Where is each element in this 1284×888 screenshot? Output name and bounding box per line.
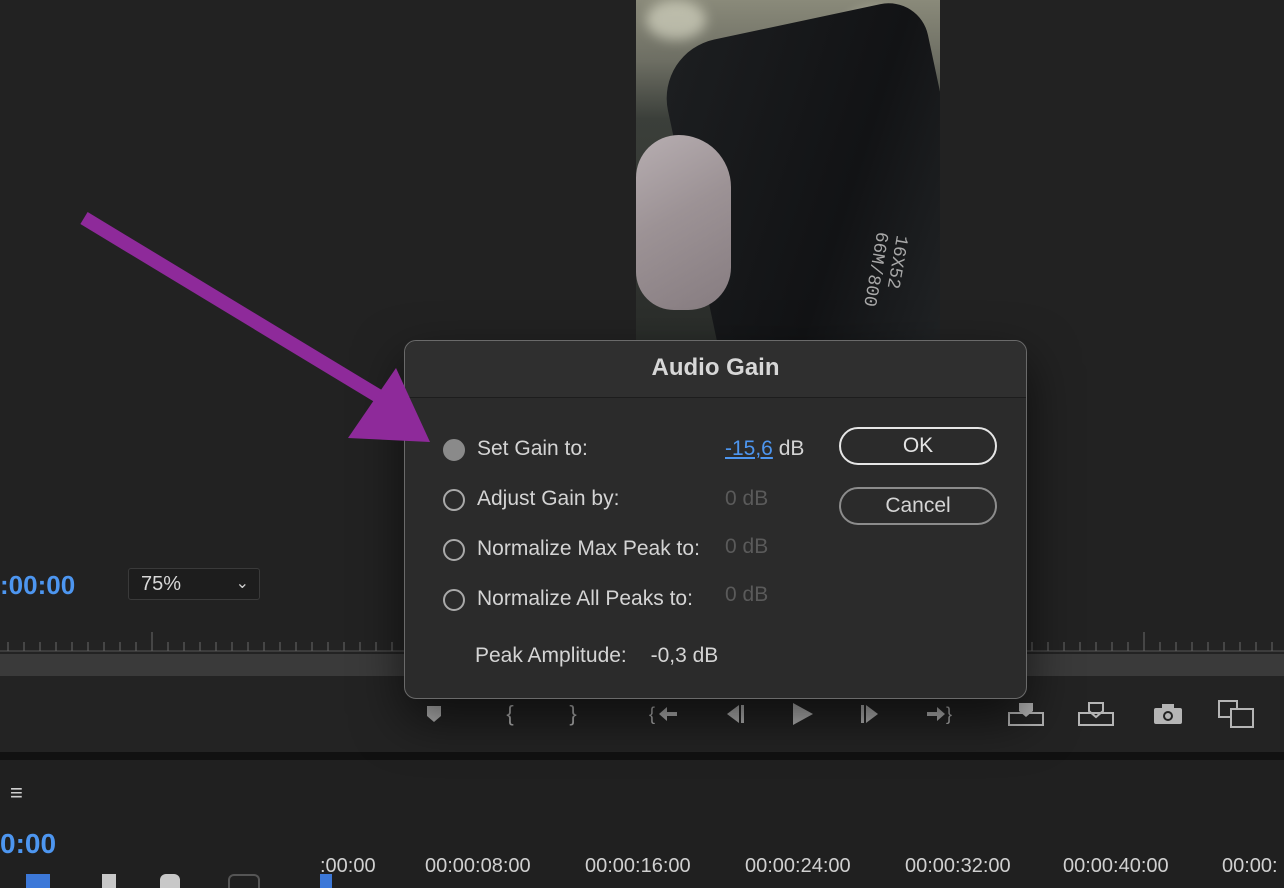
radio-set-gain[interactable] — [443, 439, 465, 461]
ruler-label: 00:00: — [1222, 855, 1278, 877]
radio-normalize-max-peak[interactable] — [443, 539, 465, 561]
ruler-label: 00:00:08:00 — [425, 855, 531, 877]
ok-button[interactable]: OK — [839, 427, 997, 465]
svg-text:{: { — [649, 704, 655, 724]
option-set-gain[interactable]: Set Gain to: -15,6 dB — [443, 437, 843, 467]
zoom-value: 75% — [141, 573, 182, 595]
panel-divider[interactable] — [0, 752, 1284, 760]
panel-menu-icon[interactable]: ≡ — [10, 780, 23, 806]
timeline-panel: ≡ 0:00 :00:00 00:00:08:00 00:00:16:00 00… — [0, 760, 1284, 888]
snap-icon[interactable] — [26, 874, 50, 888]
cancel-button[interactable]: Cancel — [839, 487, 997, 525]
gain-value-field[interactable]: -15,6 dB — [725, 437, 804, 461]
chevron-down-icon: ⌄ — [235, 575, 249, 592]
peak-amplitude-value: -0,3 dB — [650, 644, 719, 667]
thumb — [636, 135, 731, 310]
svg-text:}: } — [946, 704, 952, 724]
option-label: Normalize All Peaks to: — [477, 587, 693, 610]
ruler-label: 00:00:24:00 — [745, 855, 851, 877]
normalize-max-peak-value[interactable]: 0 dB — [725, 535, 768, 559]
option-label: Normalize Max Peak to: — [477, 537, 700, 560]
compare-icon[interactable] — [1216, 690, 1256, 738]
ruler-label: 00:00:40:00 — [1063, 855, 1169, 877]
option-adjust-gain[interactable]: Adjust Gain by: 0 dB — [443, 487, 843, 517]
gain-unit: dB — [778, 437, 805, 460]
option-normalize-all-peaks[interactable]: Normalize All Peaks to: 0 dB — [443, 583, 843, 617]
adjust-gain-value[interactable]: 0 dB — [725, 487, 768, 511]
ruler-label: 00:00:32:00 — [905, 855, 1011, 877]
audio-gain-dialog: Audio Gain Set Gain to: -15,6 dB Adjust … — [404, 340, 1027, 699]
peak-amplitude: Peak Amplitude: -0,3 dB — [475, 644, 718, 668]
peak-amplitude-label: Peak Amplitude: — [475, 644, 627, 667]
camera-icon[interactable] — [1148, 690, 1188, 738]
playhead-icon[interactable] — [320, 874, 332, 888]
linked-selection-icon[interactable] — [102, 874, 116, 888]
overwrite-icon[interactable] — [1076, 690, 1116, 738]
option-label: Set Gain to: — [477, 437, 588, 460]
option-normalize-max-peak[interactable]: Normalize Max Peak to: 0 dB — [443, 535, 843, 567]
captions-icon[interactable] — [228, 874, 260, 888]
radio-normalize-all-peaks[interactable] — [443, 589, 465, 611]
zoom-select[interactable]: 75% ⌄ — [128, 568, 260, 600]
dialog-title: Audio Gain — [405, 341, 1026, 398]
timeline-timecode[interactable]: 0:00 — [0, 828, 56, 860]
option-label: Adjust Gain by: — [477, 487, 620, 510]
wrench-icon[interactable] — [160, 874, 180, 888]
gain-value[interactable]: -15,6 — [725, 437, 773, 460]
playhead-timecode[interactable]: :00:00 — [0, 570, 75, 601]
radio-adjust-gain[interactable] — [443, 489, 465, 511]
normalize-all-peaks-value[interactable]: 0 dB — [725, 583, 768, 607]
ruler-label: 00:00:16:00 — [585, 855, 691, 877]
